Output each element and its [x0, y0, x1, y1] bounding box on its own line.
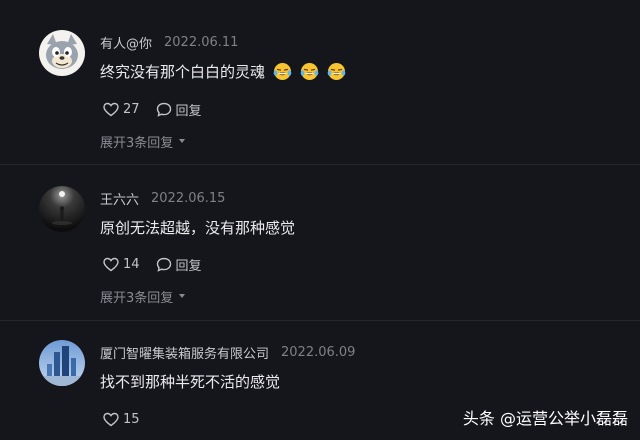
- avatar[interactable]: [39, 30, 85, 76]
- chat-bubble-icon: [156, 102, 171, 117]
- comment-text-row: 找不到那种半死不活的感觉: [100, 369, 280, 393]
- like-count: 27: [123, 101, 140, 117]
- avatar[interactable]: [39, 186, 85, 232]
- expand-replies-label: 展开3条回复: [100, 290, 174, 306]
- username[interactable]: 王六六: [100, 189, 139, 208]
- comment-text: 找不到那种半死不活的感觉: [100, 372, 281, 391]
- reply-label: 回复: [175, 258, 202, 274]
- laughing-crying-emoji-icon: [300, 62, 319, 81]
- comment-actions: 15: [103, 409, 140, 429]
- comment-meta: 厦门智曜集装箱服务有限公司 2022.06.09: [100, 342, 355, 362]
- like-button[interactable]: 27: [103, 102, 140, 117]
- heart-icon: [103, 412, 119, 426]
- comment-page: 有人@你 2022.06.11 终究没有那个白白的灵魂 27 回复 展开3条回复…: [0, 0, 640, 440]
- reply-label: 回复: [175, 103, 202, 119]
- heart-icon: [103, 257, 119, 271]
- comment-meta: 王六六 2022.06.15: [100, 188, 225, 208]
- like-button[interactable]: 14: [103, 257, 140, 272]
- comment-text: 终究没有那个白白的灵魂: [100, 62, 266, 81]
- divider: [0, 164, 640, 165]
- watermark: 头条 @运营公举小磊磊: [462, 409, 628, 428]
- laughing-crying-emoji-icon: [327, 62, 346, 81]
- heart-icon: [103, 102, 119, 116]
- comment-date: 2022.06.09: [281, 344, 356, 360]
- divider: [0, 320, 640, 321]
- comment-date: 2022.06.15: [151, 190, 226, 206]
- expand-replies-button[interactable]: 展开3条回复: [100, 287, 186, 306]
- expand-replies-label: 展开3条回复: [100, 135, 174, 151]
- avatar[interactable]: [39, 340, 85, 386]
- like-count: 14: [123, 256, 140, 272]
- comment-text-row: 原创无法超越，没有那种感觉: [100, 215, 295, 239]
- expand-replies-button[interactable]: 展开3条回复: [100, 132, 186, 151]
- comment-date: 2022.06.11: [164, 34, 239, 50]
- comment-text-row: 终究没有那个白白的灵魂: [100, 59, 346, 83]
- comment-actions: 14 回复: [103, 254, 202, 274]
- chevron-down-icon: [179, 139, 186, 143]
- username[interactable]: 有人@你: [100, 33, 152, 52]
- username[interactable]: 厦门智曜集装箱服务有限公司: [100, 343, 269, 362]
- like-count: 15: [123, 411, 140, 427]
- chat-bubble-icon: [156, 257, 171, 272]
- like-button[interactable]: 15: [103, 412, 140, 427]
- laughing-crying-emoji-icon: [273, 62, 292, 81]
- chevron-down-icon: [179, 294, 186, 298]
- reply-button[interactable]: 回复: [156, 255, 202, 274]
- comment-text: 原创无法超越，没有那种感觉: [100, 218, 296, 237]
- comment-meta: 有人@你 2022.06.11: [100, 32, 238, 52]
- comment-actions: 27 回复: [103, 99, 202, 119]
- reply-button[interactable]: 回复: [156, 100, 202, 119]
